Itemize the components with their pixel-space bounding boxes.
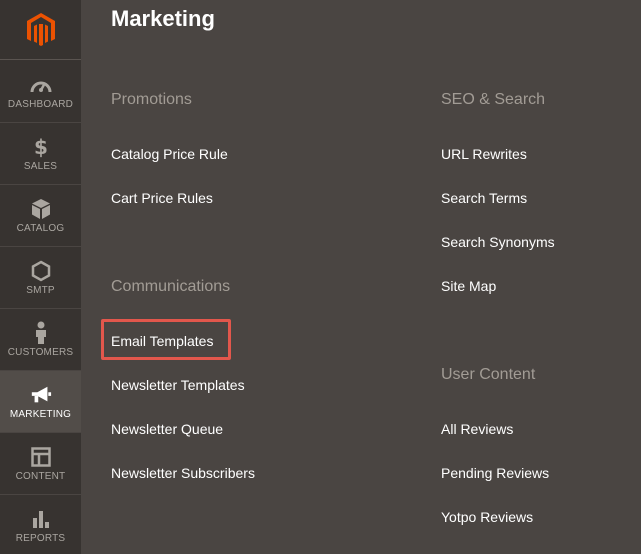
sidebar-item-label: CUSTOMERS xyxy=(7,346,74,358)
megaphone-icon xyxy=(30,384,52,406)
menu-link-all-reviews[interactable]: All Reviews xyxy=(441,421,513,437)
menu-link-search-synonyms[interactable]: Search Synonyms xyxy=(441,234,555,250)
sidebar-item-sales[interactable]: $ SALES xyxy=(0,123,81,185)
hexagon-icon xyxy=(30,260,52,282)
section-title-promotions: Promotions xyxy=(111,91,192,108)
menu-link-catalog-price-rule[interactable]: Catalog Price Rule xyxy=(111,146,228,162)
dashboard-icon xyxy=(30,74,52,96)
sidebar-item-label: MARKETING xyxy=(9,408,72,420)
sidebar-item-label: CONTENT xyxy=(15,470,66,482)
magento-logo[interactable] xyxy=(0,0,81,60)
sidebar-item-smtp[interactable]: SMTP xyxy=(0,247,81,309)
sidebar-item-content[interactable]: CONTENT xyxy=(0,433,81,495)
cube-icon xyxy=(30,198,52,220)
menu-link-newsletter-subscribers[interactable]: Newsletter Subscribers xyxy=(111,465,255,481)
marketing-menu-panel: Marketing Promotions Catalog Price Rule … xyxy=(81,0,641,554)
sidebar-item-catalog[interactable]: CATALOG xyxy=(0,185,81,247)
person-icon xyxy=(30,321,52,344)
menu-link-newsletter-templates[interactable]: Newsletter Templates xyxy=(111,377,245,393)
dollar-icon: $ xyxy=(30,136,52,158)
sidebar-item-marketing[interactable]: MARKETING xyxy=(0,371,81,433)
sidebar-item-label: CATALOG xyxy=(16,222,65,234)
magento-logo-icon xyxy=(26,12,55,46)
sidebar-item-label: DASHBOARD xyxy=(7,98,74,110)
menu-link-url-rewrites[interactable]: URL Rewrites xyxy=(441,146,527,162)
sidebar-item-label: SALES xyxy=(23,160,58,172)
section-title-communications: Communications xyxy=(111,278,231,295)
bar-chart-icon xyxy=(30,508,52,530)
layout-icon xyxy=(30,446,52,468)
menu-link-newsletter-queue[interactable]: Newsletter Queue xyxy=(111,421,223,437)
admin-sidebar: DASHBOARD $ SALES CATALOG SMTP CUSTOMERS… xyxy=(0,0,81,554)
menu-link-search-terms[interactable]: Search Terms xyxy=(441,190,527,206)
section-title-seo-search: SEO & Search xyxy=(441,91,546,108)
sidebar-item-reports[interactable]: REPORTS xyxy=(0,495,81,554)
sidebar-item-dashboard[interactable]: DASHBOARD xyxy=(0,61,81,123)
menu-link-yotpo-reviews[interactable]: Yotpo Reviews xyxy=(441,509,533,525)
menu-link-site-map[interactable]: Site Map xyxy=(441,278,496,294)
sidebar-item-label: SMTP xyxy=(26,284,55,296)
section-title-user-content: User Content xyxy=(441,366,536,383)
sidebar-item-customers[interactable]: CUSTOMERS xyxy=(0,309,81,371)
svg-text:$: $ xyxy=(34,136,48,158)
menu-link-email-templates[interactable]: Email Templates xyxy=(111,333,213,349)
menu-link-cart-price-rules[interactable]: Cart Price Rules xyxy=(111,190,213,206)
menu-link-pending-reviews[interactable]: Pending Reviews xyxy=(441,465,549,481)
page-title: Marketing xyxy=(111,6,215,31)
sidebar-item-label: REPORTS xyxy=(15,532,66,544)
